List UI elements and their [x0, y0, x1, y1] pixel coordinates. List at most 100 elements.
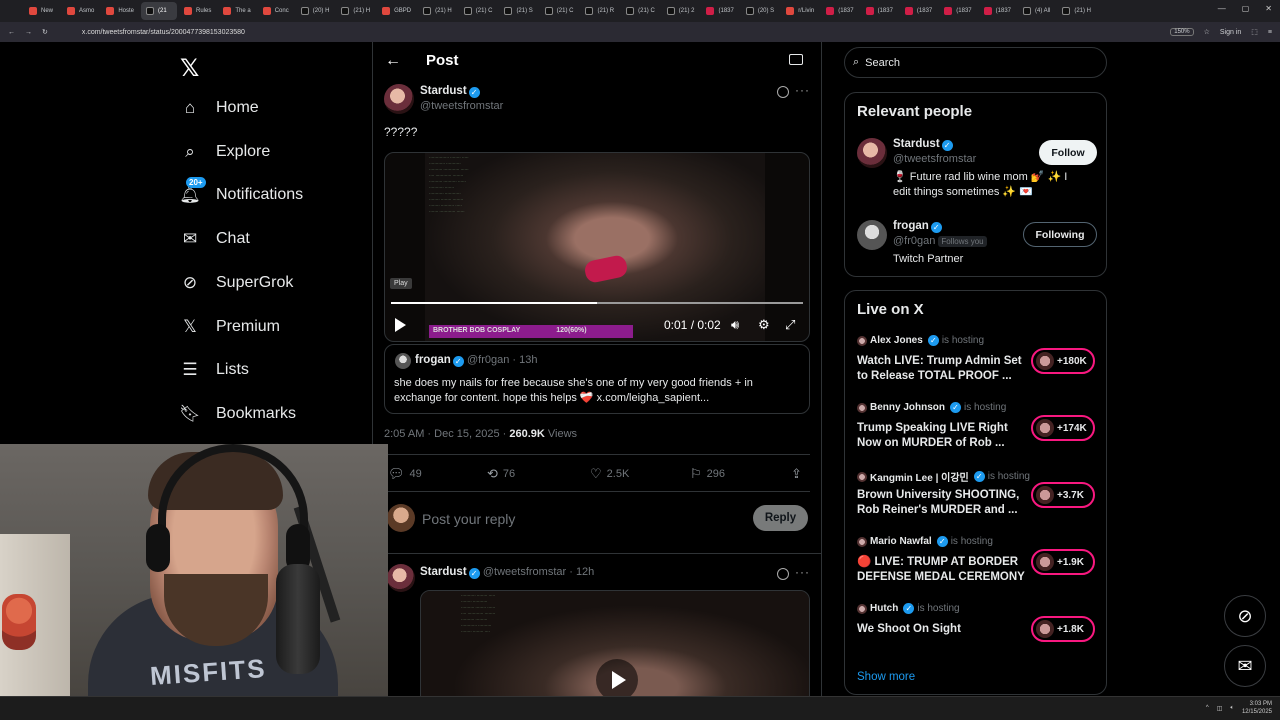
live-listeners-pill[interactable]: +180K [1031, 348, 1095, 374]
browser-tab[interactable]: Asmo [62, 2, 99, 20]
reply-action[interactable]: 💬︎ 49 [388, 466, 422, 482]
nav-item-supergrok[interactable]: ⊘ SuperGrok [180, 268, 294, 298]
signin-button[interactable]: Sign in [1220, 29, 1241, 36]
browser-tab[interactable]: The a [218, 2, 255, 20]
nav-item-notifications[interactable]: 🔔︎ 20+ Notifications [179, 177, 303, 210]
author-name[interactable]: Stardust ✓ [420, 85, 480, 98]
messages-fab-icon[interactable]: ✉ [1224, 645, 1266, 687]
x-logo[interactable]: 𝕏 [180, 54, 199, 83]
reply-author-avatar[interactable] [387, 564, 415, 592]
browser-tab[interactable]: Rules [179, 2, 216, 20]
show-more-link[interactable]: Show more [857, 671, 915, 683]
reload-icon[interactable]: ↻ [42, 28, 48, 36]
url-field[interactable]: x.com/tweetsfromstar/status/200047739815… [82, 29, 245, 36]
browser-tab[interactable]: (21 [141, 2, 178, 20]
browser-tab[interactable]: (1837 [979, 2, 1016, 20]
back-icon[interactable]: ← [8, 29, 15, 36]
live-item[interactable]: Alex Jones ✓ is hosting Watch LIVE: Trump A… [857, 335, 1097, 395]
nav-item-lists[interactable]: ☰ Lists [180, 355, 249, 385]
video-player[interactable]: ··············· ········ ····· ··········… [384, 152, 810, 342]
person-row[interactable]: frogan ✓ @fr0gan Follows you Twitch Partne… [857, 220, 1097, 265]
close-icon[interactable]: ✕ [1265, 4, 1272, 13]
author-handle[interactable]: @tweetsfromstar [420, 100, 503, 112]
grok-explain-icon[interactable] [777, 568, 789, 580]
more-options-icon[interactable]: ··· [795, 565, 810, 579]
following-button[interactable]: Following [1023, 222, 1097, 247]
browser-tab[interactable]: (1837 [821, 2, 858, 20]
author-avatar[interactable] [384, 84, 414, 114]
back-arrow-icon[interactable]: ← [385, 52, 401, 70]
bookmark-star-icon[interactable]: ☆ [1204, 28, 1210, 36]
clock[interactable]: 3:03 PM 12/15/2025 [1242, 700, 1272, 716]
extensions-icon[interactable]: ⬚ [1251, 28, 1258, 36]
like-action[interactable]: ♡ 2.5K [590, 466, 629, 482]
live-item[interactable]: Mario Nawfal ✓ is hosting 🔴 LIVE: TRUMP AT … [857, 536, 1097, 596]
repost-action[interactable]: ⟲ 76 [487, 466, 515, 482]
reply-button[interactable]: Reply [753, 505, 808, 531]
browser-tab[interactable]: (21) H [336, 2, 375, 20]
browser-tab[interactable]: r/Livin [781, 2, 819, 20]
search-input[interactable]: ⌕ Search [844, 47, 1107, 78]
play-icon[interactable] [395, 318, 406, 332]
nav-item-home[interactable]: ⌂ Home [180, 93, 259, 123]
browser-tab[interactable]: (21) C [540, 2, 579, 20]
tray-chevron-icon[interactable]: ^ [1206, 705, 1209, 711]
browser-tab[interactable]: (21) 2 [662, 2, 700, 20]
reader-view-icon[interactable] [789, 54, 803, 65]
live-item[interactable]: Benny Johnson ✓ is hosting Trump Speaking L… [857, 402, 1097, 462]
nav-item-bookmarks[interactable]: 🔖︎ Bookmarks [179, 399, 296, 429]
grok-fab-icon[interactable]: ⊘ [1224, 595, 1266, 637]
forward-icon[interactable]: → [25, 29, 32, 36]
bookmark-action[interactable]: ⚐ 296 [690, 466, 725, 482]
reply-input[interactable]: Post your reply [422, 511, 515, 527]
reply-author[interactable]: Stardust ✓ @tweetsfromstar · 12h [420, 566, 594, 579]
nav-item-chat[interactable]: ✉ Chat [180, 224, 250, 254]
browser-tab[interactable]: New [24, 2, 60, 20]
video-progress-bar[interactable] [391, 302, 803, 304]
volume-icon[interactable]: 🔊︎ [731, 317, 739, 333]
menu-icon[interactable]: ≡ [1268, 29, 1272, 36]
live-item[interactable]: Kangmin Lee | 이강민 ✓ is hosting Brown Univer… [857, 469, 1097, 529]
browser-tab[interactable]: (1837 [939, 2, 976, 20]
browser-tab[interactable]: GBPD [377, 2, 416, 20]
person-avatar[interactable] [857, 138, 887, 168]
person-name[interactable]: frogan ✓ [893, 220, 942, 233]
person-name[interactable]: Stardust ✓ [893, 138, 953, 151]
network-icon[interactable]: ◫ [1217, 705, 1223, 712]
browser-tab[interactable]: (4) All [1018, 2, 1055, 20]
nav-item-premium[interactable]: 𝕏 Premium [180, 312, 280, 342]
browser-tab[interactable]: (21) H [1057, 2, 1096, 20]
grok-explain-icon[interactable] [777, 86, 789, 98]
live-listeners-pill[interactable]: +174K [1031, 415, 1095, 441]
quoted-post[interactable]: frogan ✓ @fr0gan · 13h she does my nails … [384, 344, 810, 414]
browser-tab[interactable]: (21) C [621, 2, 660, 20]
maximize-icon[interactable]: ▢ [1242, 4, 1250, 13]
person-row[interactable]: Stardust ✓ @tweetsfromstar 🍷 Future rad l… [857, 138, 1097, 208]
browser-tab[interactable]: (20) H [296, 2, 335, 20]
live-listeners-pill[interactable]: +1.9K [1031, 549, 1095, 575]
nav-item-explore[interactable]: ⌕ Explore [180, 137, 270, 167]
minimize-icon[interactable]: — [1218, 4, 1226, 13]
share-action[interactable]: ⇪ [791, 466, 802, 482]
browser-tab[interactable]: (1837 [701, 2, 738, 20]
live-item[interactable]: Hutch ✓ is hosting We Shoot On Sight +1.8K [857, 603, 1097, 663]
browser-tab[interactable]: (21) H [418, 2, 457, 20]
browser-tab[interactable]: (21) S [499, 2, 537, 20]
post-timestamp[interactable]: 2:05 AM · Dec 15, 2025 · [384, 428, 509, 440]
volume-tray-icon[interactable]: 🔈︎ [1230, 705, 1234, 712]
live-listeners-pill[interactable]: +1.8K [1031, 616, 1095, 642]
browser-tab[interactable]: Conc [258, 2, 294, 20]
browser-tab[interactable]: (1837 [900, 2, 937, 20]
browser-tab[interactable]: (1837 [861, 2, 898, 20]
fullscreen-icon[interactable]: ⤢ [785, 317, 795, 333]
browser-tab[interactable]: Hoste [101, 2, 139, 20]
reply-post[interactable]: Stardust ✓ @tweetsfromstar · 12h ··· ····… [373, 554, 821, 696]
settings-gear-icon[interactable]: ⚙ [758, 317, 770, 333]
reply-video[interactable]: ··········· ········ ····· ········ ·····… [420, 590, 810, 696]
browser-tab[interactable]: (21) R [580, 2, 619, 20]
zoom-level[interactable]: 150% [1170, 28, 1194, 36]
browser-tab[interactable]: (21) C [459, 2, 498, 20]
play-icon[interactable] [596, 659, 638, 696]
browser-tab[interactable]: (20) S [741, 2, 779, 20]
more-options-icon[interactable]: ··· [795, 83, 810, 97]
